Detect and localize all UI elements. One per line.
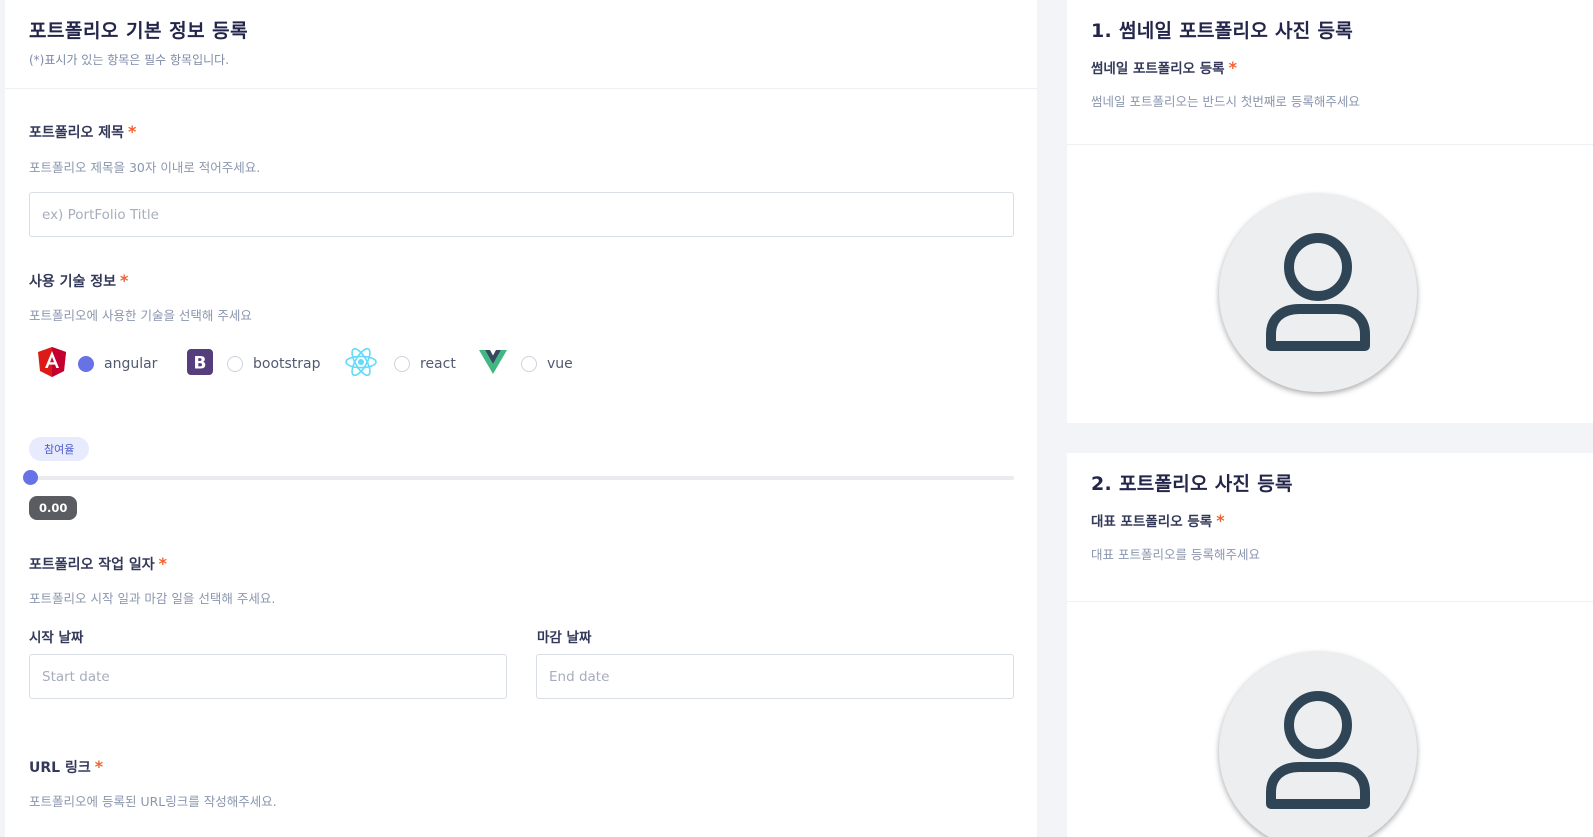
title-label: 포트폴리오 제목 [29, 125, 125, 141]
angular-label: angular [104, 356, 158, 372]
date-label-group: 포트폴리오 작업 일자 * [29, 554, 167, 574]
react-label: react [420, 356, 456, 372]
thumbnail-header: 1. 썸네일 포트폴리오 사진 등록 썸네일 포트폴리오 등록 * 썸네일 포트폴… [1067, 0, 1593, 145]
required-mark: * [158, 554, 168, 573]
bootstrap-radio[interactable] [227, 356, 243, 372]
photo-upload[interactable] [1219, 652, 1417, 837]
url-label: URL 링크 [29, 760, 91, 776]
required-notice: (*)표시가 있는 항목은 필수 항목입니다. [29, 53, 230, 67]
vue-icon [479, 349, 507, 379]
thumbnail-upload[interactable] [1219, 194, 1417, 392]
user-icon [1265, 230, 1371, 356]
title-help: 포트폴리오 제목을 30자 이내로 적어주세요. [29, 160, 261, 175]
required-mark: * [128, 122, 137, 141]
end-date-placeholder: End date [549, 668, 610, 685]
photo-label: 대표 포트폴리오 등록 [1091, 514, 1213, 530]
participation-slider-track[interactable] [35, 476, 1014, 480]
basic-info-card: 포트폴리오 기본 정보 등록 (*)표시가 있는 항목은 필수 항목입니다. 포… [5, 0, 1037, 837]
photo-card: 2. 포트폴리오 사진 등록 대표 포트폴리오 등록 * 대표 포트폴리오를 등록… [1067, 453, 1593, 837]
photo-title: 2. 포트폴리오 사진 등록 [1091, 473, 1293, 495]
page-title: 포트폴리오 기본 정보 등록 [29, 20, 249, 42]
tech-label: 사용 기술 정보 [29, 274, 117, 290]
react-icon [344, 346, 378, 382]
participation-badge: 참여율 [29, 437, 90, 461]
card-header: 포트폴리오 기본 정보 등록 (*)표시가 있는 항목은 필수 항목입니다. [5, 0, 1037, 89]
user-icon [1265, 688, 1371, 814]
bootstrap-label: bootstrap [253, 356, 321, 372]
date-label: 포트폴리오 작업 일자 [29, 557, 155, 573]
thumbnail-title: 1. 썸네일 포트폴리오 사진 등록 [1091, 20, 1354, 42]
tech-option-bootstrap[interactable]: B bootstrap [187, 348, 321, 380]
end-date-label: 마감 날짜 [537, 630, 592, 646]
tech-option-angular[interactable]: angular [38, 347, 158, 381]
thumbnail-label: 썸네일 포트폴리오 등록 [1091, 61, 1225, 77]
photo-label-group: 대표 포트폴리오 등록 * [1091, 510, 1593, 530]
vue-label: vue [547, 356, 573, 372]
photo-help: 대표 포트폴리오를 등록해주세요 [1091, 547, 1260, 562]
photo-header: 2. 포트폴리오 사진 등록 대표 포트폴리오 등록 * 대표 포트폴리오를 등록… [1067, 453, 1593, 602]
thumbnail-label-group: 썸네일 포트폴리오 등록 * [1091, 57, 1593, 77]
url-help: 포트폴리오에 등록된 URL링크를 작성해주세요. [29, 794, 277, 809]
required-mark: * [120, 271, 129, 290]
tech-help: 포트폴리오에 사용한 기술을 선택해 주세요 [29, 308, 252, 323]
vue-radio[interactable] [521, 356, 537, 372]
thumbnail-help: 썸네일 포트폴리오는 반드시 첫번째로 등록해주세요 [1091, 94, 1360, 109]
start-date-placeholder: Start date [42, 668, 110, 685]
tech-option-vue[interactable]: vue [479, 348, 573, 380]
required-mark: * [94, 757, 104, 776]
required-mark: * [1216, 511, 1225, 530]
participation-slider-handle[interactable] [23, 470, 38, 485]
title-label-group: 포트폴리오 제목 * [29, 122, 136, 142]
angular-icon [38, 347, 66, 381]
url-label-group: URL 링크 * [29, 757, 103, 777]
participation-value: 0.00 [29, 496, 78, 520]
svg-text:B: B [194, 354, 207, 374]
end-date-input[interactable]: End date [536, 654, 1014, 699]
start-date-label: 시작 날짜 [29, 630, 84, 646]
required-mark: * [1228, 58, 1237, 77]
angular-radio[interactable] [78, 356, 94, 372]
react-radio[interactable] [394, 356, 410, 372]
tech-option-react[interactable]: react [344, 346, 456, 382]
date-help: 포트폴리오 시작 일과 마감 일을 선택해 주세요. [29, 591, 276, 606]
title-input[interactable]: ex) PortFolio Title [29, 192, 1014, 237]
thumbnail-card: 1. 썸네일 포트폴리오 사진 등록 썸네일 포트폴리오 등록 * 썸네일 포트폴… [1067, 0, 1593, 423]
bootstrap-icon: B [187, 349, 213, 379]
start-date-input[interactable]: Start date [29, 654, 507, 699]
title-input-placeholder: ex) PortFolio Title [42, 206, 159, 223]
tech-label-group: 사용 기술 정보 * [29, 271, 128, 291]
